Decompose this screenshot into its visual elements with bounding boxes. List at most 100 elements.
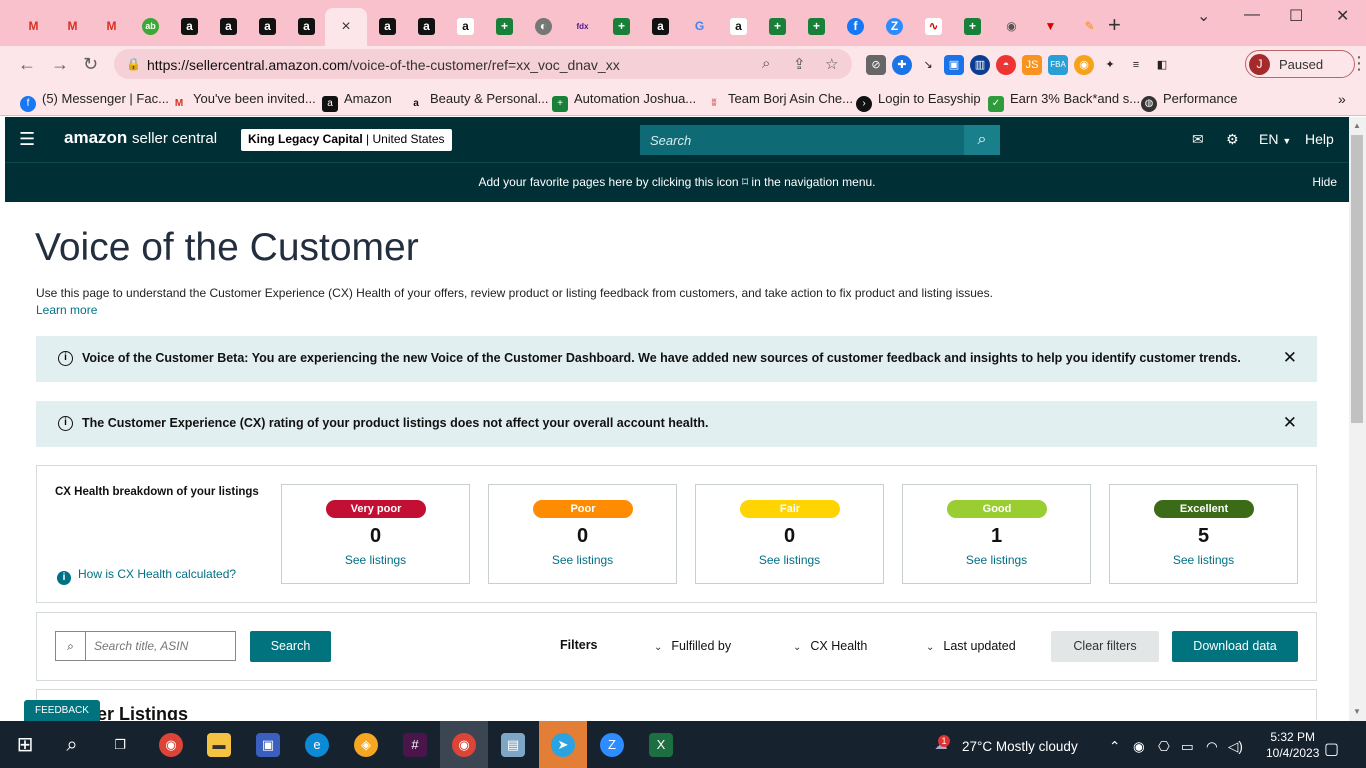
file-explorer-icon[interactable]: ▬ bbox=[207, 733, 231, 757]
extension-js-icon[interactable]: JS bbox=[1022, 55, 1042, 75]
tray-chevron-icon[interactable]: ⌃ bbox=[1109, 739, 1120, 755]
extension-fba-icon[interactable]: FBA bbox=[1048, 55, 1068, 75]
tab-google-icon[interactable]: G bbox=[680, 12, 719, 40]
tray-app-icon[interactable]: ◉ bbox=[1133, 739, 1145, 755]
page-scrollbar[interactable]: ▲ ▼ bbox=[1349, 117, 1366, 721]
scroll-up-icon[interactable]: ▲ bbox=[1353, 121, 1361, 130]
new-tab-button[interactable]: + bbox=[1108, 12, 1121, 38]
close-window-icon[interactable]: ✕ bbox=[1336, 6, 1349, 26]
bookmark-item[interactable]: f (5) Messenger | Fac... bbox=[20, 91, 169, 112]
extension-icon[interactable]: ✚ bbox=[892, 55, 912, 75]
feedback-button[interactable]: FEEDBACK ✕ bbox=[24, 700, 100, 737]
edge-icon[interactable]: e bbox=[305, 733, 329, 757]
bookmark-star-icon[interactable]: ☆ bbox=[825, 55, 838, 73]
more-bookmarks-icon[interactable]: » bbox=[1338, 91, 1346, 107]
tab-gmail-icon[interactable]: M bbox=[14, 12, 53, 40]
tab-sheets-icon[interactable]: + bbox=[953, 12, 992, 40]
hamburger-menu-icon[interactable]: ☰ bbox=[19, 129, 35, 150]
zoom-icon[interactable]: Z bbox=[600, 733, 624, 757]
header-search-input[interactable]: Search bbox=[640, 125, 965, 155]
excel-icon[interactable]: X bbox=[649, 733, 673, 757]
address-bar[interactable]: 🔒 https://sellercentral.amazon.com/voice… bbox=[114, 49, 852, 79]
notepad-icon[interactable]: ▤ bbox=[501, 733, 525, 757]
extension-icon[interactable]: ◉ bbox=[1074, 55, 1094, 75]
tab-sheets-icon[interactable]: + bbox=[758, 12, 797, 40]
scroll-down-icon[interactable]: ▼ bbox=[1353, 707, 1361, 716]
account-switcher[interactable]: King Legacy Capital | United States bbox=[241, 129, 452, 151]
header-search-button[interactable]: ⌕ bbox=[964, 125, 1000, 155]
seller-central-logo[interactable]: amazon seller central bbox=[64, 128, 217, 148]
notifications-icon[interactable]: ▢ bbox=[1324, 739, 1339, 759]
tab-amazon-icon[interactable]: a bbox=[641, 12, 680, 40]
bookmark-item[interactable]: › Login to Easyship bbox=[856, 91, 981, 112]
profile-button[interactable]: J Paused bbox=[1245, 50, 1355, 78]
maximize-icon[interactable]: ☐ bbox=[1289, 6, 1303, 26]
windows-start-icon[interactable]: ⊞ bbox=[13, 733, 37, 757]
reload-icon[interactable]: ↻ bbox=[83, 54, 98, 75]
tab-chart-icon[interactable]: ∿ bbox=[914, 12, 953, 40]
see-listings-link[interactable]: See listings bbox=[903, 553, 1090, 567]
vpn-icon[interactable]: ◈ bbox=[354, 733, 378, 757]
scrollbar-thumb[interactable] bbox=[1351, 135, 1363, 423]
tab-zoom-icon[interactable]: Z bbox=[875, 12, 914, 40]
tab-gmail-icon[interactable]: M bbox=[92, 12, 131, 40]
extension-icon[interactable]: ◓ bbox=[996, 55, 1016, 75]
last-updated-dropdown[interactable]: ⌄ Last updated bbox=[926, 639, 1016, 653]
extension-icon[interactable]: ↘ bbox=[918, 55, 938, 75]
see-listings-link[interactable]: See listings bbox=[489, 553, 676, 567]
tab-sheets-icon[interactable]: + bbox=[485, 12, 524, 40]
help-link[interactable]: Help bbox=[1305, 131, 1334, 147]
telegram-icon[interactable]: ➤ bbox=[551, 733, 575, 757]
bookmark-item[interactable]: a Amazon bbox=[322, 91, 392, 112]
tab-amazon-icon[interactable]: a bbox=[209, 12, 248, 40]
chrome-icon[interactable]: ◉ bbox=[159, 733, 183, 757]
side-panel-icon[interactable]: ◧ bbox=[1152, 55, 1172, 75]
forward-icon[interactable]: → bbox=[51, 54, 69, 75]
weather-text[interactable]: 27°C Mostly cloudy bbox=[962, 739, 1078, 754]
cx-health-dropdown[interactable]: ⌄ CX Health bbox=[793, 639, 867, 653]
tab-amazon-smile-icon[interactable]: a bbox=[719, 12, 758, 40]
wifi-icon[interactable]: ◠ bbox=[1206, 739, 1218, 755]
mail-icon[interactable]: ✉ bbox=[1192, 131, 1204, 148]
tab-amazon-icon[interactable]: a bbox=[287, 12, 326, 40]
tab-gmail-icon[interactable]: M bbox=[53, 12, 92, 40]
bookmark-item[interactable]: M You've been invited... bbox=[171, 91, 316, 112]
bookmark-item[interactable]: ◍ Performance bbox=[1141, 91, 1237, 112]
tab-facebook-icon[interactable]: f bbox=[836, 12, 875, 40]
tab-amazon-icon[interactable]: a bbox=[170, 12, 209, 40]
cx-health-how-link[interactable]: i How is CX Health calculated? bbox=[57, 567, 236, 585]
close-icon[interactable]: ✕ bbox=[1283, 413, 1297, 433]
tab-amazon-icon[interactable]: a bbox=[407, 12, 446, 40]
tab-amazon-icon[interactable]: a bbox=[368, 12, 407, 40]
language-selector[interactable]: EN ▼ bbox=[1259, 131, 1291, 147]
browser-menu-icon[interactable]: ⋮ bbox=[1350, 53, 1366, 74]
taskbar-clock[interactable]: 5:32 PM 10/4/2023 bbox=[1266, 729, 1319, 761]
task-view-icon[interactable]: ❐ bbox=[108, 733, 132, 757]
tab-fedex-icon[interactable]: fdx bbox=[563, 12, 602, 40]
hide-banner-button[interactable]: Hide bbox=[1312, 175, 1337, 189]
back-icon[interactable]: ← bbox=[18, 54, 36, 75]
bookmark-item[interactable]: + Automation Joshua... bbox=[552, 91, 696, 112]
tab-sheets-icon[interactable]: + bbox=[602, 12, 641, 40]
app-icon[interactable]: ▣ bbox=[256, 733, 280, 757]
tab-amazon-smile-icon[interactable]: a bbox=[446, 12, 485, 40]
tab-app-icon[interactable]: ✎ bbox=[1070, 12, 1109, 40]
search-icon[interactable]: ⌕ bbox=[60, 733, 84, 757]
tray-meet-icon[interactable]: ⎔ bbox=[1158, 739, 1170, 755]
close-icon[interactable]: ✕ bbox=[1283, 348, 1297, 368]
tab-search-chevron-icon[interactable]: ⌄ bbox=[1197, 6, 1210, 26]
share-icon[interactable]: ⇪ bbox=[793, 55, 806, 73]
bookmark-item[interactable]: ʬ Team Borj Asin Che... bbox=[706, 91, 853, 112]
tab-globe-icon[interactable]: ◐ bbox=[524, 12, 563, 40]
volume-icon[interactable]: ◁) bbox=[1228, 739, 1243, 755]
clear-filters-button[interactable]: Clear filters bbox=[1051, 631, 1159, 662]
see-listings-link[interactable]: See listings bbox=[282, 553, 469, 567]
minimize-icon[interactable]: — bbox=[1244, 6, 1260, 24]
see-listings-link[interactable]: See listings bbox=[1110, 553, 1297, 567]
bookmark-item[interactable]: ✓ Earn 3% Back*and s... bbox=[988, 91, 1140, 112]
extension-icon[interactable]: ▥ bbox=[970, 55, 990, 75]
tab-sheets-icon[interactable]: + bbox=[797, 12, 836, 40]
gear-icon[interactable]: ⚙ bbox=[1226, 131, 1239, 148]
tab-app-icon[interactable]: ▼ bbox=[1031, 12, 1070, 40]
tab-active-close-button[interactable]: × bbox=[325, 8, 367, 46]
